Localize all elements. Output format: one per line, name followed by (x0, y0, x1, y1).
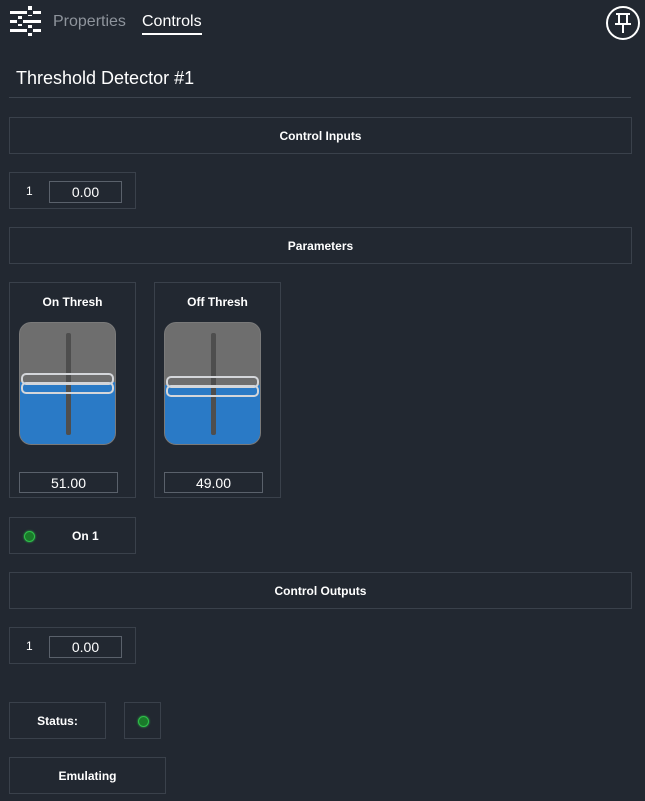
on-thresh-value: 51.00 (50, 474, 87, 491)
status-label: Status: (37, 713, 78, 728)
on-thresh-slider[interactable] (19, 322, 116, 445)
off-thresh-value-field[interactable]: 49.00 (164, 472, 263, 493)
controls-panel: Properties Controls Threshold Detector #… (0, 0, 645, 801)
on-thresh-slider-panel: On Thresh 51.00 (9, 282, 136, 498)
status-led (138, 716, 149, 727)
control-output-value-field[interactable]: 0.00 (49, 636, 122, 658)
page-title: Threshold Detector #1 (16, 68, 195, 88)
off-thresh-label: Off Thresh (187, 295, 248, 309)
control-input-value-field[interactable]: 0.00 (49, 181, 122, 203)
on-thresh-value-field[interactable]: 51.00 (19, 472, 118, 493)
control-output-row: 1 0.00 (9, 627, 136, 664)
on-indicator: On 1 (9, 517, 136, 554)
control-output-index: 1 (26, 639, 33, 653)
off-thresh-slider[interactable] (164, 322, 261, 445)
title-divider (9, 97, 631, 98)
on-indicator-label: On 1 (72, 529, 99, 543)
control-input-value: 0.00 (71, 184, 100, 200)
status-led-box (124, 702, 161, 739)
pin-button[interactable] (606, 6, 640, 40)
control-outputs-header: Control Outputs (9, 572, 632, 609)
control-outputs-label: Control Outputs (274, 583, 367, 598)
pin-icon (615, 13, 631, 33)
status-label-box: Status: (9, 702, 106, 739)
off-thresh-handle-bottom[interactable] (166, 385, 259, 397)
control-inputs-label: Control Inputs (279, 128, 362, 143)
parameters-label: Parameters (287, 238, 354, 253)
control-input-index: 1 (26, 184, 33, 198)
on-indicator-led (24, 531, 35, 542)
on-thresh-label: On Thresh (42, 295, 103, 309)
parameters-header: Parameters (9, 227, 632, 264)
control-input-row: 1 0.00 (9, 172, 136, 209)
active-tab-indicator (142, 33, 202, 35)
tab-properties[interactable]: Properties (53, 12, 126, 32)
emulating-label: Emulating (58, 768, 117, 783)
emulating-badge: Emulating (9, 757, 166, 794)
off-thresh-value: 49.00 (195, 474, 232, 491)
control-output-value: 0.00 (71, 639, 100, 655)
tab-controls[interactable]: Controls (142, 12, 202, 32)
control-inputs-header: Control Inputs (9, 117, 632, 154)
on-thresh-handle-bottom[interactable] (21, 382, 114, 394)
sliders-icon[interactable] (10, 6, 41, 37)
off-thresh-slider-panel: Off Thresh 49.00 (154, 282, 281, 498)
